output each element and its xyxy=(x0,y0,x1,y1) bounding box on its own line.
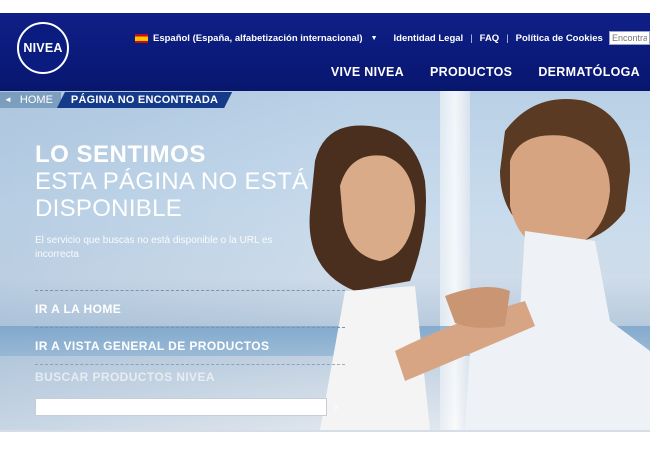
action-links: IR A LA HOME IR A VISTA GENERAL DE PRODU… xyxy=(35,290,345,389)
separator: | xyxy=(506,33,509,44)
top-links-bar: Español (España, alfabetización internac… xyxy=(135,33,603,44)
spain-flag-icon xyxy=(135,34,148,43)
search-products-label: BUSCAR PRODUCTOS NIVEA xyxy=(35,364,345,389)
nav-productos[interactable]: PRODUCTOS xyxy=(430,65,512,79)
breadcrumb-home[interactable]: ◄ HOME xyxy=(0,92,61,108)
product-search-input[interactable] xyxy=(35,398,327,416)
search-input[interactable] xyxy=(609,31,650,45)
breadcrumb-current: PÁGINA NO ENCONTRADA xyxy=(57,92,232,108)
main-nav: VIVE NIVEA PRODUCTOS DERMATÓLOGA xyxy=(305,65,640,79)
separator: | xyxy=(470,33,473,44)
link-vista-general-productos[interactable]: IR A VISTA GENERAL DE PRODUCTOS xyxy=(35,327,345,364)
link-faq[interactable]: FAQ xyxy=(480,33,500,44)
nivea-logo[interactable]: NIVEA xyxy=(17,22,69,74)
nav-dermatologa[interactable]: DERMATÓLOGA xyxy=(538,65,640,79)
headline-line-3: DISPONIBLE xyxy=(35,195,183,222)
link-ir-a-la-home[interactable]: IR A LA HOME xyxy=(35,290,345,327)
chevron-down-icon[interactable]: ▼ xyxy=(371,35,378,42)
language-selector[interactable]: Español (España, alfabetización internac… xyxy=(153,33,363,44)
error-description: El servicio que buscas no está disponibl… xyxy=(35,235,273,260)
breadcrumb: ◄ HOME PÁGINA NO ENCONTRADA xyxy=(0,92,232,108)
headline-line-2: ESTA PÁGINA NO ESTÁ xyxy=(35,168,309,195)
search-submit-arrow-icon[interactable]: › xyxy=(334,398,348,416)
footer-divider xyxy=(0,430,650,432)
couple-photo xyxy=(309,99,650,430)
chevron-left-icon: ◄ xyxy=(4,95,12,104)
nav-vive-nivea[interactable]: VIVE NIVEA xyxy=(331,65,404,79)
logo-text: NIVEA xyxy=(23,41,63,55)
breadcrumb-home-label: HOME xyxy=(19,94,53,106)
headline-sorry: LO SENTIMOS xyxy=(35,141,206,168)
link-identidad-legal[interactable]: Identidad Legal xyxy=(394,33,464,44)
error-message: LO SENTIMOS ESTA PÁGINA NO ESTÁ DISPONIB… xyxy=(35,142,310,262)
site-header: NIVEA Español (España, alfabetización in… xyxy=(0,13,650,91)
link-politica-cookies[interactable]: Política de Cookies xyxy=(516,33,603,44)
